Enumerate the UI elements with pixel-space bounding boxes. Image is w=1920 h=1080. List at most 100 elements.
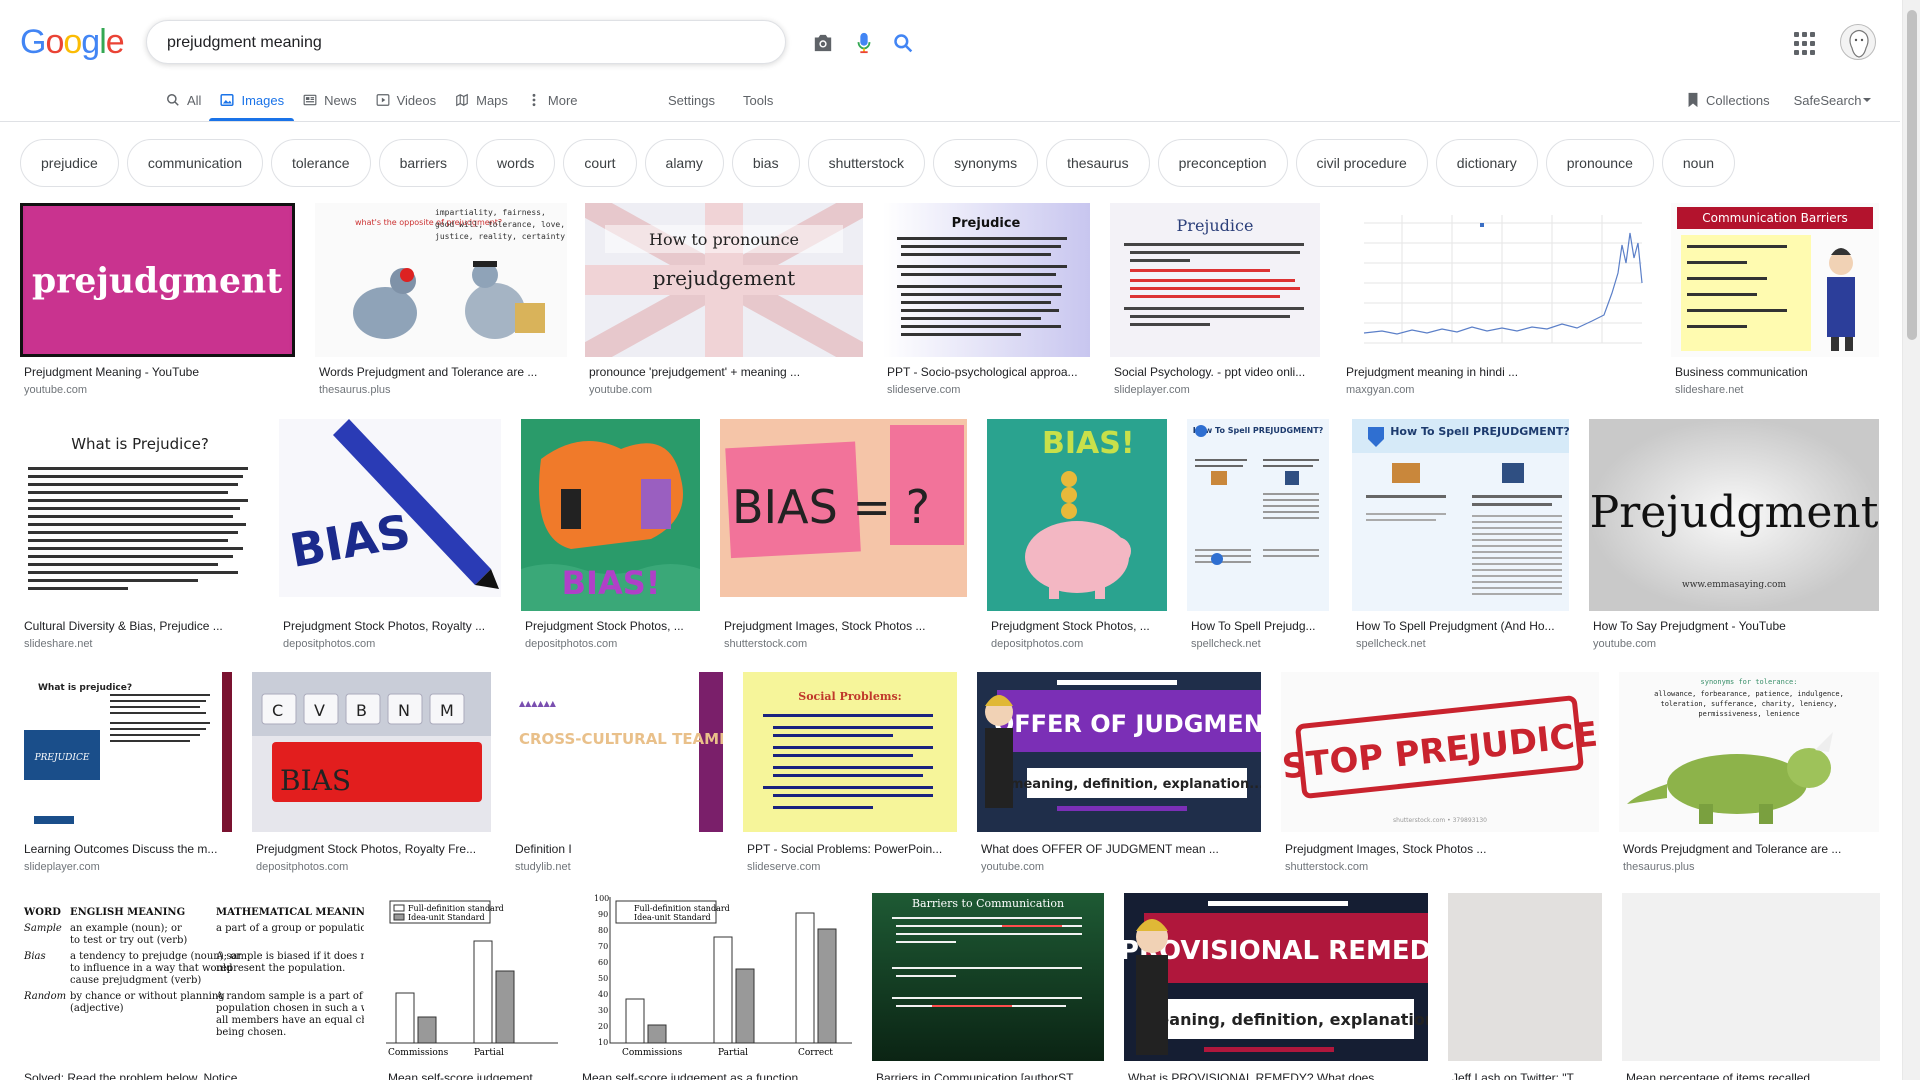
image-result[interactable]: what's the opposite of prejudgment? impa…	[315, 203, 567, 398]
image-result[interactable]: WORD ENGLISH MEANING MATHEMATICAL MEANING …	[20, 893, 364, 1080]
image-result[interactable]: BIAS = ? Prejudgment Images, Stock Photo…	[720, 419, 967, 653]
svg-text:cause prejudgment (verb): cause prejudgment (verb)	[70, 975, 201, 986]
chip[interactable]: noun	[1661, 139, 1736, 187]
google-logo[interactable]: Google	[20, 24, 125, 60]
chip[interactable]: court	[563, 139, 637, 187]
svg-text:permissiveness, lenience: permissiveness, lenience	[1698, 710, 1799, 718]
image-result[interactable]: prejudgment Prejudgment Meaning - YouTub…	[20, 203, 295, 398]
microphone-icon[interactable]	[852, 31, 876, 55]
safesearch-button[interactable]: SafeSearch	[1794, 93, 1872, 108]
image-result[interactable]: What is prejudice? PREJUDICE Learning Ou…	[20, 672, 232, 877]
avatar[interactable]	[1840, 24, 1876, 60]
result-caption: What does OFFER OF JUDGMENT mean ...	[981, 842, 1219, 856]
scrollbar-thumb[interactable]	[1907, 10, 1917, 340]
tools-link[interactable]: Tools	[743, 93, 773, 108]
svg-text:www.emmasaying.com: www.emmasaying.com	[1682, 580, 1786, 590]
image-result[interactable]: C V B N M BIAS Prejudgment Stock Photos, Roy…	[252, 672, 491, 877]
result-caption: Prejudgment meaning in hindi ...	[1346, 365, 1519, 379]
svg-text:prejudgement: prejudgement	[653, 266, 795, 290]
svg-text:allowance, forbearance, patien: allowance, forbearance, patience, indulg…	[1654, 690, 1844, 698]
image-result[interactable]: How To Spell PREJUDGMENT? How To Spell P…	[1352, 419, 1569, 653]
result-caption: Prejudgment Stock Photos, ...	[525, 619, 684, 633]
image-result[interactable]: BIAS Prejudgment Stock Photos, Royalty .…	[279, 419, 501, 653]
result-caption: Mean percentage of items recalled ...	[1626, 1071, 1824, 1080]
image-result[interactable]: Jeff Lash on Twitter: "T...	[1448, 893, 1602, 1080]
chip[interactable]: pronounce	[1545, 139, 1654, 187]
chip[interactable]: alamy	[644, 139, 724, 187]
settings-link[interactable]: Settings	[668, 93, 715, 108]
chip[interactable]: synonyms	[933, 139, 1039, 187]
image-result[interactable]: Barriers to Communication Barriers in Co…	[872, 893, 1104, 1080]
chip[interactable]: tolerance	[270, 139, 371, 187]
image-result[interactable]: What is Prejudice? Cultural Diversity & …	[20, 419, 260, 653]
tab-images[interactable]: Images	[209, 82, 294, 121]
chip[interactable]: shutterstock	[807, 139, 926, 187]
result-thumbnail: what's the opposite of prejudgment? impa…	[315, 203, 567, 357]
chip[interactable]: bias	[731, 139, 800, 187]
result-thumbnail: C V B N M BIAS	[252, 672, 491, 832]
camera-icon[interactable]	[811, 31, 835, 55]
image-result[interactable]: PROVISIONAL REMEDY meaning, definition, …	[1124, 893, 1428, 1080]
image-result[interactable]: How To Spell PREJUDGMENT? How To Spell P…	[1187, 419, 1329, 653]
result-caption: Barriers in Communication [authorST...	[876, 1071, 1083, 1080]
header: Google All Images News Video	[0, 0, 1900, 122]
tab-all[interactable]: All	[165, 82, 201, 118]
chip[interactable]: communication	[126, 139, 263, 187]
image-result[interactable]: synonyms for tolerance: allowance, forbe…	[1619, 672, 1879, 877]
image-result[interactable]: Full-definition standard Idea-unit Standa…	[384, 893, 558, 1080]
result-thumbnail: BIAS!	[521, 419, 700, 611]
svg-text:toleration, sufferance, charit: toleration, sufferance, charity, lenienc…	[1660, 700, 1837, 708]
image-result[interactable]: BIAS! Prejudgment Stock Photos, ... depo…	[987, 419, 1167, 653]
svg-text:synonyms for tolerance:: synonyms for tolerance:	[1701, 678, 1798, 686]
svg-text:M: M	[440, 701, 454, 720]
image-result[interactable]: Social Problems: PPT - Social Problems: …	[743, 672, 957, 877]
svg-text:N: N	[398, 701, 410, 720]
image-result[interactable]: Communication Barriers Business communic…	[1671, 203, 1879, 398]
svg-text:Prejudice: Prejudice	[1177, 216, 1254, 235]
chip[interactable]: prejudice	[20, 139, 119, 187]
result-caption: Social Psychology. - ppt video onli...	[1114, 365, 1306, 379]
chip[interactable]: civil procedure	[1295, 139, 1428, 187]
image-result[interactable]: Prejudice Social Psychology. - ppt video…	[1110, 203, 1320, 398]
search-icon[interactable]	[891, 31, 915, 55]
svg-text:Idea-unit Standard: Idea-unit Standard	[408, 913, 485, 922]
collections-button[interactable]: Collections	[1686, 92, 1770, 108]
svg-text:justice, reality, certainty: justice, reality, certainty	[435, 232, 565, 241]
image-result[interactable]: 100 90 80 70 60 50 40 30 20 10 Full-definition st…	[578, 893, 852, 1080]
chip[interactable]: preconception	[1157, 139, 1288, 187]
image-result[interactable]: Prejudice PPT - Socio-psychological appr…	[883, 203, 1090, 398]
result-caption: Cultural Diversity & Bias, Prejudice ...	[24, 619, 223, 633]
result-thumbnail: PROVISIONAL REMEDY meaning, definition, …	[1124, 893, 1428, 1061]
image-result[interactable]: How to pronounce prejudgement pronounce …	[585, 203, 863, 398]
result-thumbnail: Communication Barriers	[1671, 203, 1879, 357]
image-result[interactable]: STOP PREJUDICE shutterstock.com • 379893…	[1281, 672, 1599, 877]
chip[interactable]: barriers	[378, 139, 469, 187]
svg-text:being chosen.: being chosen.	[216, 1027, 286, 1038]
result-caption: Prejudgment Stock Photos, Royalty ...	[283, 619, 486, 633]
result-thumbnail: 100 90 80 70 60 50 40 30 20 10 Full-definition st…	[578, 893, 852, 1061]
svg-text:20: 20	[598, 1022, 608, 1031]
image-result[interactable]: OFFER OF JUDGMENT meaning, definition, e…	[977, 672, 1261, 877]
image-result[interactable]: BIAS! Prejudgment Stock Photos, ... depo…	[521, 419, 700, 653]
search-input[interactable]	[167, 32, 637, 54]
svg-text:BIAS!: BIAS!	[562, 564, 661, 602]
image-result[interactable]: Prejudgment www.emmasaying.com How To Sa…	[1589, 419, 1879, 653]
search-icon	[165, 92, 181, 108]
result-caption: How To Spell Prejudgment (And Ho...	[1356, 619, 1555, 633]
image-result[interactable]: Mean percentage of items recalled ...	[1622, 893, 1880, 1080]
chip[interactable]: words	[476, 139, 556, 187]
chip[interactable]: thesaurus	[1046, 139, 1150, 187]
apps-grid-icon[interactable]	[1794, 32, 1818, 56]
result-source: maxgyan.com	[1346, 384, 1415, 396]
result-source: slideshare.net	[1675, 384, 1744, 396]
image-result[interactable]: ▲▲▲▲▲▲ CROSS-CULTURAL TEAMBUILDING Defin…	[511, 672, 723, 877]
chip[interactable]: dictionary	[1435, 139, 1538, 187]
result-caption: Prejudgment Stock Photos, ...	[991, 619, 1150, 633]
tab-maps[interactable]: Maps	[454, 82, 508, 118]
image-result[interactable]: Prejudgment meaning in hindi ... maxgyan…	[1342, 203, 1649, 398]
tab-more[interactable]: More	[526, 82, 578, 118]
svg-text:100: 100	[594, 894, 609, 903]
tab-videos[interactable]: Videos	[375, 82, 436, 118]
tab-news[interactable]: News	[302, 82, 357, 118]
page-scrollbar[interactable]	[1902, 0, 1920, 1080]
